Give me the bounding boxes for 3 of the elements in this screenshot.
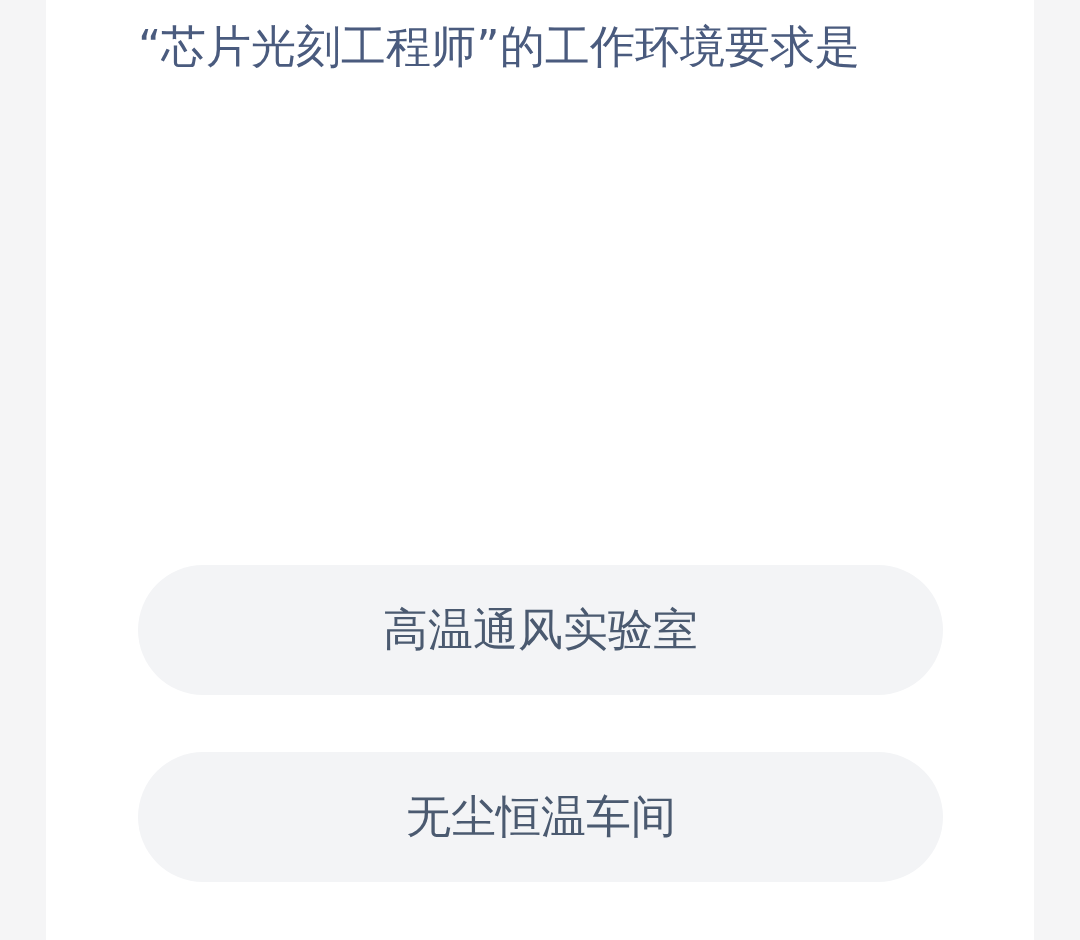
question-text: “芯片光刻工程师”的工作环境要求是 — [138, 19, 861, 75]
answer-option[interactable]: 高温通风实验室 — [138, 565, 943, 695]
answer-option[interactable]: 无尘恒温车间 — [138, 752, 943, 882]
